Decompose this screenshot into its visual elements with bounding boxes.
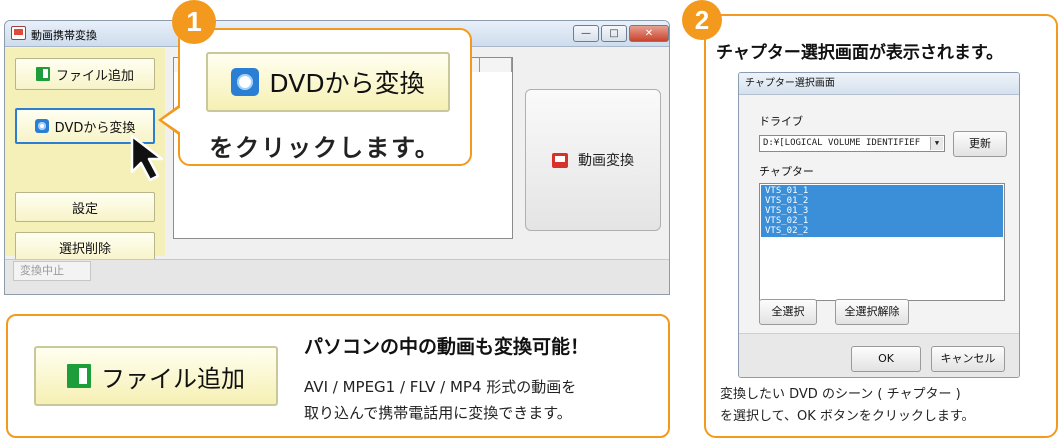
step-2-badge: 2 (682, 0, 722, 40)
chapter-selection: VTS_01_1 VTS_01_2 VTS_01_3 VTS_02_1 VTS_… (761, 185, 1003, 237)
step-2-note: 変換したい DVD のシーン ( チャプター ) を選択して、OK ボタンをクリ… (720, 384, 1050, 428)
zoomed-add-file-label: ファイル追加 (101, 364, 245, 393)
list-item[interactable]: VTS_02_2 (765, 226, 808, 236)
click-instruction: をクリックします。 (209, 134, 441, 162)
dvd-icon (231, 68, 260, 96)
chapter-list[interactable]: VTS_01_1 VTS_01_2 VTS_01_3 VTS_02_1 VTS_… (759, 183, 1005, 301)
chapter-select-dialog: チャプター選択画面 ドライブ D:¥[LOGICAL VOLUME IDENTI… (738, 72, 1020, 378)
callout-pointer-inner (162, 107, 181, 133)
refresh-button[interactable]: 更新 (953, 131, 1007, 157)
add-file-label: ファイル追加 (55, 68, 134, 84)
dvd-convert-label: DVDから変換 (54, 120, 136, 136)
list-item[interactable]: VTS_02_1 (765, 216, 808, 226)
maximize-button[interactable]: □ (601, 25, 627, 42)
select-all-button[interactable]: 全選択 (759, 299, 817, 325)
delete-selected-label: 選択削除 (58, 241, 111, 257)
step-1-badge: 1 (172, 0, 216, 44)
dialog-title: チャプター選択画面 (739, 73, 1019, 95)
list-item[interactable]: VTS_01_3 (765, 206, 808, 216)
list-item[interactable]: VTS_01_1 (765, 186, 808, 196)
list-column-header[interactable] (480, 58, 512, 72)
zoomed-dvd-label: DVDから変換 (269, 69, 425, 98)
list-item[interactable]: VTS_01_2 (765, 196, 808, 206)
minimize-button[interactable]: — (573, 25, 599, 42)
app-icon (11, 26, 26, 40)
file-panel-description: AVI / MPEG1 / FLV / MP4 形式の動画を 取り込んで携帯電話… (304, 374, 664, 426)
chevron-down-icon[interactable]: ▼ (930, 137, 943, 150)
deselect-all-button[interactable]: 全選択解除 (835, 299, 909, 325)
cancel-button[interactable]: キャンセル (931, 346, 1005, 372)
drive-label: ドライブ (759, 115, 803, 128)
note-line: 変換したい DVD のシーン ( チャプター ) (720, 387, 961, 402)
file-add-icon (35, 67, 50, 81)
dialog-button-bar: OK キャンセル (739, 333, 1019, 377)
chapter-select-panel: チャプター選択画面が表示されます。 チャプター選択画面 ドライブ D:¥[LOG… (704, 14, 1058, 438)
desc-line: AVI / MPEG1 / FLV / MP4 形式の動画を (304, 378, 577, 396)
note-line: を選択して、OK ボタンをクリックします。 (720, 409, 975, 424)
stop-conversion-button[interactable]: 変換中止 (13, 261, 91, 281)
file-panel-headline: パソコンの中の動画も変換可能！ (304, 336, 590, 358)
chapter-label: チャプター (759, 165, 814, 178)
add-file-button-zoomed: ファイル追加 (34, 346, 278, 406)
status-bar: 変換中止 (5, 259, 669, 294)
settings-label: 設定 (71, 201, 98, 217)
file-add-icon (67, 364, 91, 388)
add-file-button[interactable]: ファイル追加 (15, 58, 155, 90)
step-2-heading: チャプター選択画面が表示されます。 (716, 43, 1004, 63)
convert-button[interactable]: 動画変換 (525, 89, 661, 231)
delete-selected-button[interactable]: 選択削除 (15, 232, 155, 262)
ok-button[interactable]: OK (851, 346, 921, 372)
desc-line: 取り込んで携帯電話用に変換できます。 (304, 404, 572, 422)
monitor-icon (552, 152, 568, 168)
close-button[interactable]: ✕ (629, 25, 669, 42)
settings-button[interactable]: 設定 (15, 192, 155, 222)
dvd-convert-button-zoomed: DVDから変換 (206, 52, 450, 112)
drive-value: D:¥[LOGICAL VOLUME IDENTIFIEF (763, 138, 921, 148)
convert-label: 動画変換 (578, 153, 634, 169)
drive-select[interactable]: D:¥[LOGICAL VOLUME IDENTIFIEF ▼ (759, 135, 945, 152)
dvd-icon (34, 119, 49, 133)
mouse-cursor-icon (130, 134, 164, 182)
file-import-panel: ファイル追加 パソコンの中の動画も変換可能！ AVI / MPEG1 / FLV… (6, 314, 670, 438)
callout-click-instruction: DVDから変換 をクリックします。 (178, 28, 472, 166)
window-title: 動画携帯変換 (31, 29, 97, 42)
